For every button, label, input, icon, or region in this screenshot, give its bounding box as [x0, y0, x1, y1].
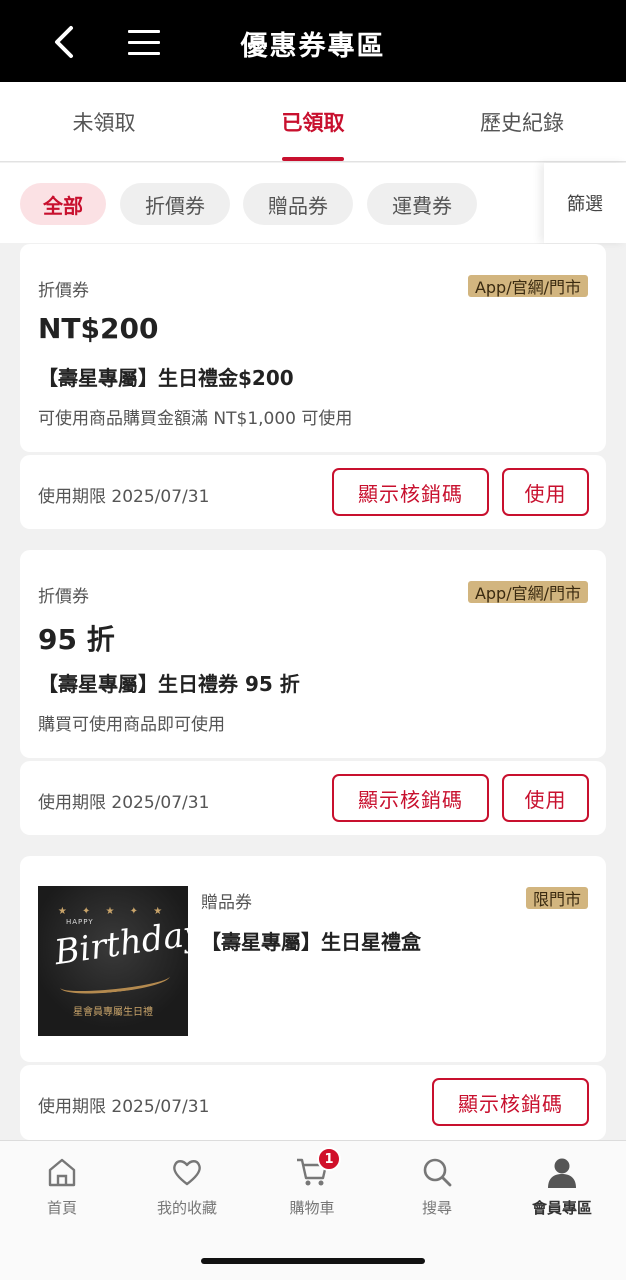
use-button[interactable]: 使用 [502, 774, 589, 822]
chip-discount[interactable]: 折價券 [120, 183, 230, 225]
nav-search[interactable]: 搜尋 [387, 1155, 487, 1218]
coupon-expiry: 使用期限 2025/07/31 [38, 793, 210, 813]
coupon-type: 贈品券 [201, 893, 252, 913]
coupon-expiry: 使用期限 2025/07/31 [38, 1097, 210, 1117]
coupon-card: 折價券 App/官網/門市 NT$200 【壽星專屬】生日禮金$200 可使用商… [20, 244, 606, 452]
home-indicator [201, 1258, 425, 1264]
coupon-name: 【壽星專屬】生日禮金$200 [38, 366, 294, 390]
show-code-button[interactable]: 顯示核銷碼 [432, 1078, 589, 1126]
coupon-name: 【壽星專屬】生日星禮盒 [201, 930, 421, 954]
show-code-button[interactable]: 顯示核銷碼 [332, 468, 489, 516]
active-tab-indicator [282, 157, 344, 161]
channel-badge: App/官網/門市 [467, 581, 588, 603]
tab-claimed[interactable]: 已領取 [208, 82, 418, 162]
channel-badge: 限門市 [525, 887, 588, 909]
coupon-footer: 使用期限 2025/07/31 顯示核銷碼 使用 [20, 761, 606, 835]
chip-shipping[interactable]: 運費券 [367, 183, 477, 225]
coupon-amount: NT$200 [38, 312, 159, 345]
filter-chips: 全部 折價券 贈品券 運費券 篩選 [0, 163, 626, 243]
cart-badge: 1 [317, 1147, 341, 1171]
home-icon [48, 1158, 76, 1187]
tab-unclaimed[interactable]: 未領取 [0, 82, 208, 162]
coupon-card: 折價券 App/官網/門市 95 折 【壽星專屬】生日禮券 95 折 購買可使用… [20, 550, 606, 758]
coupon-expiry: 使用期限 2025/07/31 [38, 487, 210, 507]
coupon-amount: 95 折 [38, 623, 115, 656]
coupon-footer: 使用期限 2025/07/31 顯示核銷碼 使用 [20, 455, 606, 529]
stars-decoration: ★ ✦ ★ ✦ ★ [57, 906, 169, 917]
member-icon [548, 1158, 576, 1188]
tab-history[interactable]: 歷史紀錄 [418, 82, 626, 162]
page-title: 優惠券專區 [240, 31, 386, 62]
filter-button[interactable]: 篩選 [544, 163, 626, 243]
coupon-footer: 使用期限 2025/07/31 顯示核銷碼 [20, 1065, 606, 1140]
tab-bar: 未領取 已領取 歷史紀錄 [0, 82, 626, 162]
nav-member[interactable]: 會員專區 [512, 1155, 612, 1218]
chip-gift[interactable]: 贈品券 [243, 183, 353, 225]
nav-favorites[interactable]: 我的收藏 [137, 1155, 237, 1218]
search-icon [423, 1158, 452, 1187]
show-code-button[interactable]: 顯示核銷碼 [332, 774, 489, 822]
coupon-type: 折價券 [38, 587, 89, 607]
channel-badge: App/官網/門市 [467, 275, 588, 297]
nav-home[interactable]: 首頁 [12, 1155, 112, 1218]
chip-all[interactable]: 全部 [20, 183, 106, 225]
coupon-description: 購買可使用商品即可使用 [38, 715, 225, 735]
bottom-navigation: 首頁 我的收藏 1 購物車 搜尋 會員專區 [0, 1140, 626, 1280]
coupon-type: 折價券 [38, 281, 89, 301]
coupon-name: 【壽星專屬】生日禮券 95 折 [38, 672, 300, 696]
use-button[interactable]: 使用 [502, 468, 589, 516]
coupon-card: ★ ✦ ★ ✦ ★ HAPPY Birthday! 星會員專屬生日禮 贈品券 限… [20, 856, 606, 1062]
heart-icon [173, 1160, 201, 1186]
swoosh-decoration [59, 966, 171, 998]
coupon-description: 可使用商品購買金額滿 NT$1,000 可使用 [38, 409, 353, 429]
nav-cart[interactable]: 1 購物車 [262, 1147, 362, 1218]
top-bar: 優惠券專區 [0, 0, 626, 82]
gift-image: ★ ✦ ★ ✦ ★ HAPPY Birthday! 星會員專屬生日禮 [38, 886, 188, 1036]
